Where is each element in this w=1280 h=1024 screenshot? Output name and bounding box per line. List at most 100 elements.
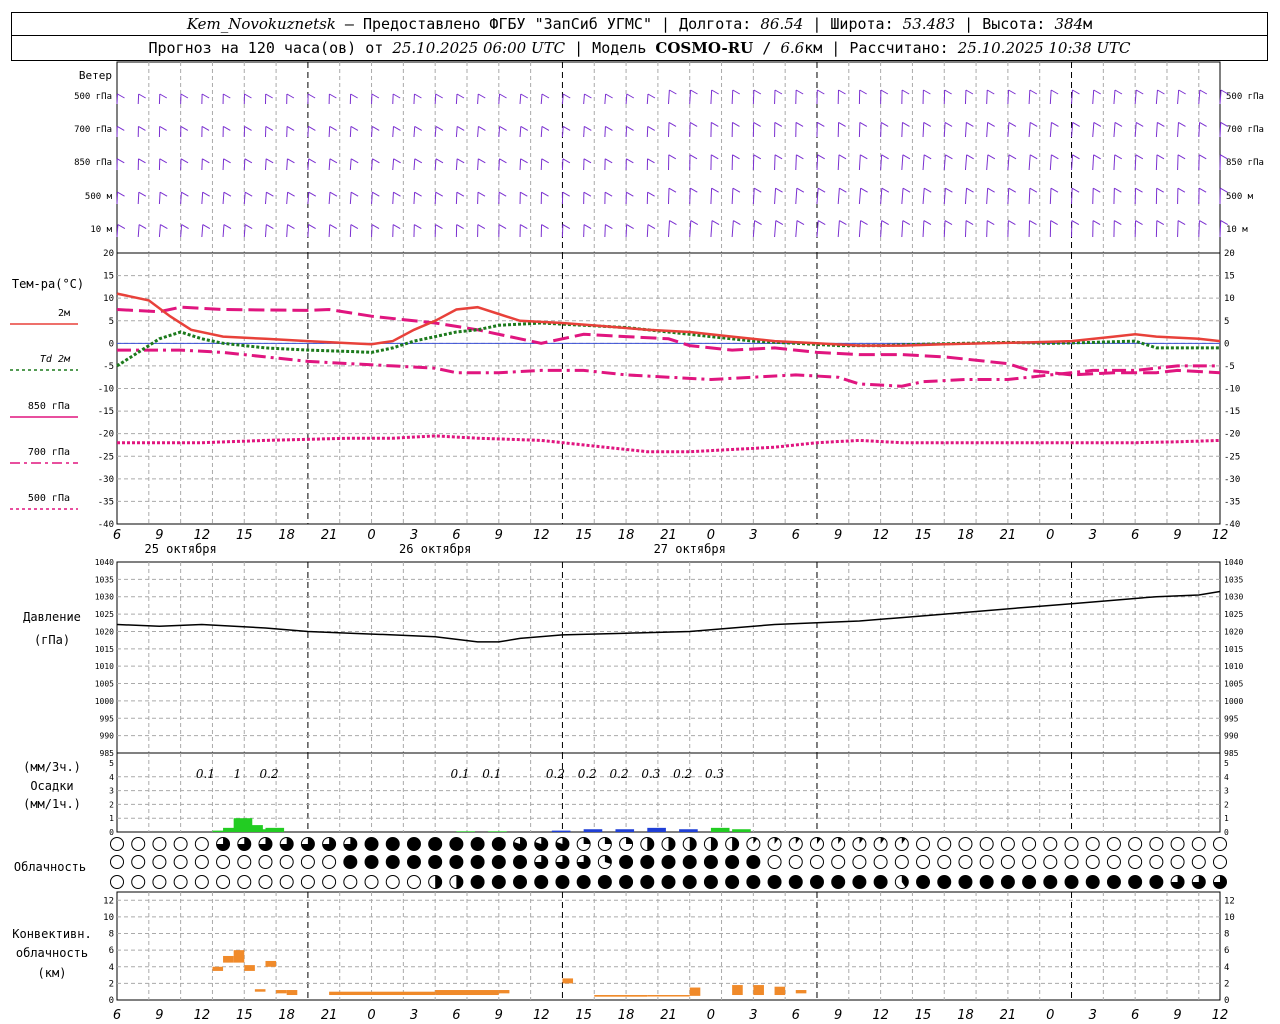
temp-xtick: 9 <box>834 528 842 543</box>
conv-xtick: 9 <box>495 1008 503 1023</box>
wind-barb-flag <box>117 224 126 230</box>
wind-barb-flag <box>265 125 274 131</box>
wind-barb-flag <box>626 191 634 197</box>
wind-barb-flag <box>753 154 762 160</box>
conv-cloud-bar <box>795 990 807 994</box>
cloud-fill <box>789 875 803 889</box>
wind-barb-flag <box>902 121 910 127</box>
temp-ytick-right: -20 <box>1224 430 1240 440</box>
wind-barb <box>922 220 925 238</box>
precip-title: Осадки <box>30 779 73 793</box>
temp-ytick-right: 20 <box>1224 249 1235 259</box>
series-pressure <box>116 590 1221 643</box>
precip-title-3h: (мм/3ч.) <box>23 760 81 774</box>
conv-title-3: (км) <box>38 966 67 980</box>
wind-barb <box>943 154 946 171</box>
wind-barb-flag <box>838 121 846 127</box>
temp-xtick: 12 <box>872 528 889 543</box>
wind-barb <box>1177 89 1180 105</box>
wind-barb <box>583 126 585 138</box>
conv-xtick: 6 <box>452 1008 460 1023</box>
cloud-cover-symbol <box>1213 855 1227 869</box>
pressure-ytick-right: 990 <box>1224 732 1239 741</box>
wind-barb-flag <box>754 220 762 226</box>
wind-barb-flag <box>308 125 316 131</box>
wind-barb-flag <box>478 158 486 164</box>
wind-barb <box>1049 122 1052 138</box>
wind-barb-flag <box>117 93 125 99</box>
wind-barb <box>519 126 522 138</box>
wind-barb <box>137 192 140 205</box>
wind-barb <box>328 224 331 238</box>
wind-barb <box>286 224 288 238</box>
wind-barb-flag <box>1114 220 1122 226</box>
wind-barb-flag <box>117 125 125 131</box>
conv-ytick-right: 0 <box>1224 996 1229 1006</box>
cloud-cover-symbol <box>173 855 188 869</box>
pressure-panel-frame <box>116 561 1221 754</box>
wind-barb-flag <box>1072 121 1080 127</box>
wind-barb-flag <box>669 89 677 95</box>
wind-barb-flag <box>541 125 550 131</box>
wind-barb <box>158 192 161 205</box>
temp-ytick-left: 15 <box>103 272 114 282</box>
cloud-cover-symbol <box>131 855 146 869</box>
wind-barb <box>795 220 798 238</box>
cloud-cover-symbol <box>279 875 294 889</box>
cloud-fill <box>725 855 739 869</box>
wind-barb <box>243 158 246 171</box>
wind-barb-flag <box>796 187 805 193</box>
wind-barb-flag <box>753 187 762 193</box>
cloud-fill <box>958 875 972 889</box>
wind-barb-flag <box>308 224 316 230</box>
wind-barb-flag <box>1072 154 1080 160</box>
wind-barb-flag <box>817 220 826 226</box>
temp-ytick-right: -35 <box>1224 497 1240 507</box>
wind-barb <box>434 192 437 205</box>
wind-barb <box>604 224 606 238</box>
cloud-cover-symbol <box>237 875 252 889</box>
pressure-ytick-left: 990 <box>100 732 115 741</box>
wind-barb-flag <box>244 93 252 99</box>
temp-xtick: 6 <box>792 528 800 543</box>
cloud-fill <box>668 837 676 851</box>
precip-amount-label: 0.1 <box>196 767 215 781</box>
temp-xtick: 9 <box>495 528 503 543</box>
conv-cloud-bar <box>329 991 436 996</box>
cloud-cover-symbol <box>958 855 973 869</box>
wind-barb-flag <box>838 154 847 160</box>
conv-xtick: 0 <box>707 1008 715 1023</box>
wind-barb <box>625 224 628 238</box>
temp-ytick-right: -5 <box>1224 362 1235 372</box>
conv-xtick: 18 <box>618 1008 635 1023</box>
meteogram: Ветер 500 гПа 500 гПа 700 гПа 700 гПа 850 гПа… <box>10 61 1264 1023</box>
wind-barb <box>222 158 225 171</box>
wind-barb-flag <box>881 220 889 226</box>
wind-barb-flag <box>223 191 232 197</box>
wind-barb <box>498 158 500 171</box>
cloud-fill <box>980 875 994 889</box>
cloud-cover-symbol <box>152 855 167 869</box>
wind-barb-flag <box>202 158 210 164</box>
wind-barb-flag <box>860 187 868 193</box>
precip-amount-label: 0.2 <box>578 767 597 781</box>
temp-xtick: 3 <box>1089 528 1097 543</box>
conv-cloud-bar <box>276 990 287 994</box>
wind-barb-flag <box>605 125 613 131</box>
conv-ytick-right: 2 <box>1224 979 1229 989</box>
wind-barb <box>604 93 607 105</box>
wind-barb-flag <box>647 224 656 230</box>
cloud-fill <box>1022 875 1036 889</box>
wind-barb <box>689 188 691 205</box>
wind-barb-flag <box>371 224 380 230</box>
cloud-fill <box>386 837 400 851</box>
wind-barb <box>858 188 862 205</box>
conv-xtick: 12 <box>872 1008 889 1023</box>
wind-barb-flag <box>669 220 677 226</box>
wind-barb-flag <box>223 224 232 230</box>
wind-barb <box>1049 154 1052 171</box>
conv-xtick: 3 <box>1089 1008 1097 1023</box>
wind-barb-flag <box>711 187 719 193</box>
wind-barb-flag <box>732 121 740 127</box>
cloud-cover-symbol <box>1149 855 1164 869</box>
